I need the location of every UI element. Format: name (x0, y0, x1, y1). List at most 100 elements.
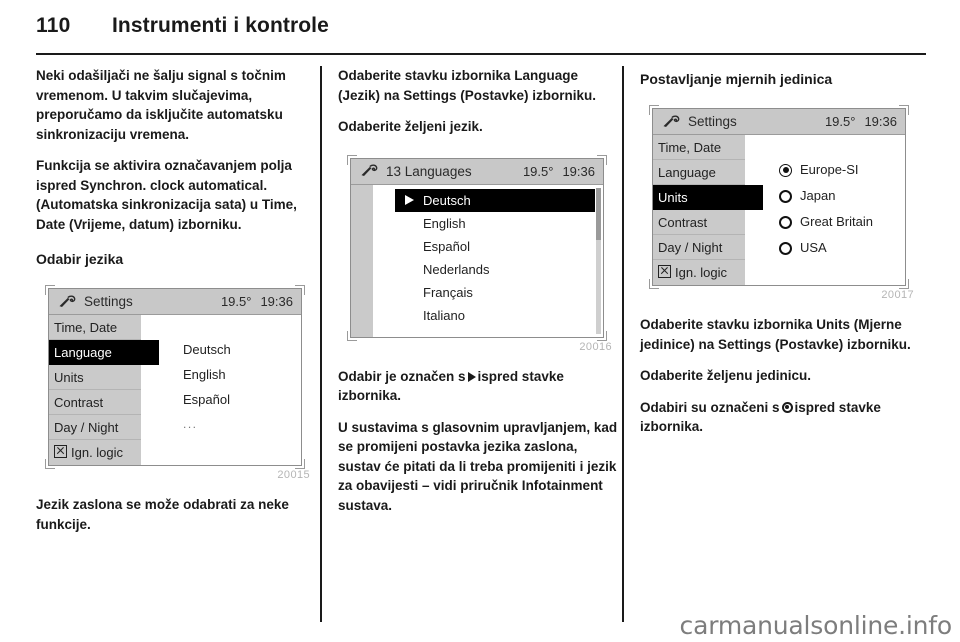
unit-option-japan-label: Japan (800, 188, 836, 203)
value-deutsch[interactable]: Deutsch (141, 337, 301, 362)
paragraph-radio-marker-before: Odabiri su označeni s (640, 399, 780, 415)
menu-item-day-night[interactable]: Day / Night (49, 415, 141, 440)
menu-item-contrast[interactable]: Contrast (653, 210, 745, 235)
language-item-espanol[interactable]: Español (373, 235, 603, 258)
menu-item-ign-logic[interactable]: Ign. logic (49, 440, 141, 465)
display-clock: 19:36 (562, 163, 595, 179)
display-title-bar: Settings 19.5° 19:36 (49, 289, 301, 315)
chapter-title: Instrumenti i kontrole (112, 14, 329, 37)
figure-id-20015: 20015 (277, 469, 310, 481)
menu-item-units[interactable]: Units (49, 365, 141, 390)
radio-icon (779, 215, 792, 229)
figure-settings-language: Settings 19.5° 19:36 Time, Date Language… (36, 279, 314, 483)
display-title-bar-languages: 13 Languages 19.5° 19:36 (351, 158, 603, 185)
figure-id-20017: 20017 (881, 289, 914, 301)
value-english[interactable]: English (141, 362, 301, 387)
paragraph-selection-radio-marker: Odabiri su označeni s ispred stavke izbor… (640, 398, 922, 437)
language-item-italiano[interactable]: Italiano (373, 304, 603, 327)
ign-logic-checkbox-icon (54, 445, 67, 458)
language-list-scrollbar[interactable] (596, 187, 601, 334)
radio-icon (779, 189, 792, 203)
language-item-english[interactable]: English (373, 212, 603, 235)
unit-option-japan[interactable]: Japan (745, 183, 905, 209)
triangle-marker-icon (467, 371, 476, 382)
column-right: Postavljanje mjernih jedinica Settings 1… (640, 66, 922, 622)
selection-caret-icon (405, 195, 414, 205)
display-title-text: 13 Languages (386, 163, 472, 179)
scrollbar-thumb[interactable] (596, 187, 601, 240)
display-title-text: Settings (688, 114, 737, 129)
paragraph-select-units-menu: Odaberite stavku izbornika Units (Mjerne… (640, 317, 911, 352)
display-menu-list: Time, Date Language Units Contrast Day /… (49, 315, 159, 465)
settings-wrench-icon (361, 164, 378, 176)
display-value-list: Deutsch English Español ... (141, 315, 301, 465)
page-header: 110 Instrumenti i kontrole (36, 14, 926, 44)
value-more-ellipsis: ... (183, 417, 198, 431)
menu-item-time-date[interactable]: Time, Date (49, 315, 141, 340)
figure-id-20016: 20016 (579, 340, 612, 353)
paragraph-select-desired-language: Odaberite željeni jezik. (338, 119, 483, 134)
units-option-list: Europe-SI Japan Great Britain USA (745, 135, 905, 285)
display-temperature: 19.5° (522, 163, 554, 179)
menu-item-ign-logic-label: Ign. logic (71, 445, 124, 460)
figure-settings-units: Settings 19.5° 19:36 Time, Date Language… (640, 99, 918, 303)
display-title-text: Settings (84, 294, 133, 309)
display-body: Time, Date Language Units Contrast Day /… (49, 315, 301, 465)
display-body-languages: Deutsch English Español Nederlands Franç… (351, 184, 603, 337)
display-languages: 13 Languages 19.5° 19:36 Deutsch English… (347, 154, 607, 341)
display-menu-list: Time, Date Language Units Contrast Day /… (653, 135, 763, 285)
unit-option-great-britain[interactable]: Great Britain (745, 209, 905, 235)
column-divider-1 (320, 66, 322, 622)
paragraph-transmitters: Neki odašiljači ne šalju signal s točnim… (36, 68, 286, 142)
display-temperature: 19.5° (220, 294, 252, 309)
display-left-gutter (351, 184, 373, 337)
unit-option-usa-label: USA (800, 240, 827, 255)
paragraph-select-desired-unit: Odaberite željenu jedinicu. (640, 368, 812, 383)
site-watermark: carmanualsonline.info (679, 611, 953, 640)
display-body-units: Time, Date Language Units Contrast Day /… (653, 135, 905, 285)
display-settings-units: Settings 19.5° 19:36 Time, Date Language… (649, 105, 909, 289)
figure-languages-list: 13 Languages 19.5° 19:36 Deutsch English… (338, 148, 616, 355)
menu-item-language[interactable]: Language (653, 160, 745, 185)
menu-item-units[interactable]: Units (653, 185, 763, 210)
display-clock: 19:36 (864, 114, 897, 129)
unit-option-usa[interactable]: USA (745, 235, 905, 261)
menu-item-contrast[interactable]: Contrast (49, 390, 141, 415)
radio-selected-icon (779, 163, 792, 177)
radio-icon (779, 241, 792, 255)
display-clock: 19:36 (260, 294, 293, 309)
display-temperature: 19.5° (824, 114, 856, 129)
header-divider-rule (36, 53, 926, 55)
language-item-deutsch[interactable]: Deutsch (395, 188, 595, 212)
column-divider-2 (622, 66, 624, 622)
display-title-bar-units: Settings 19.5° 19:36 (653, 109, 905, 135)
ign-logic-checkbox-icon (658, 265, 671, 278)
menu-item-ign-logic-label: Ign. logic (675, 265, 728, 280)
column-middle: Odaberite stavku izbornika Language (Jez… (338, 66, 620, 622)
unit-option-europe-si[interactable]: Europe-SI (745, 157, 905, 183)
value-espanol[interactable]: Español (141, 387, 301, 412)
radio-marker-icon (781, 401, 793, 413)
language-item-deutsch-label: Deutsch (423, 192, 471, 208)
subheading-language-selection: Odabir jezika (36, 251, 124, 267)
language-list: Deutsch English Español Nederlands Franç… (373, 184, 603, 337)
language-item-nederlands[interactable]: Nederlands (373, 258, 603, 281)
unit-option-europe-si-label: Europe-SI (800, 162, 859, 177)
display-settings-language: Settings 19.5° 19:36 Time, Date Language… (45, 285, 305, 469)
three-column-layout: Neki odašiljači ne šalju signal s točnim… (36, 66, 926, 622)
unit-option-great-britain-label: Great Britain (800, 214, 873, 229)
menu-item-ign-logic[interactable]: Ign. logic (653, 260, 745, 285)
paragraph-select-language-menu: Odaberite stavku izbornika Language (Jez… (338, 68, 597, 103)
paragraph-selection-marker-before: Odabir je označen s (338, 368, 466, 384)
language-item-francais[interactable]: Français (373, 281, 603, 304)
menu-item-language[interactable]: Language (49, 340, 159, 365)
paragraph-voice-systems: U sustavima s glasovnim upravljanjem, ka… (338, 419, 618, 513)
subheading-units-setting: Postavljanje mjernih jedinica (640, 71, 833, 87)
paragraph-sync-function: Funkcija se aktivira označavanjem polja … (36, 158, 297, 232)
menu-item-time-date[interactable]: Time, Date (653, 135, 745, 160)
settings-wrench-icon (663, 114, 680, 127)
menu-item-day-night[interactable]: Day / Night (653, 235, 745, 260)
manual-page: 110 Instrumenti i kontrole Neki odašilja… (0, 0, 960, 642)
settings-wrench-icon (59, 294, 76, 307)
page-number: 110 (36, 14, 71, 37)
